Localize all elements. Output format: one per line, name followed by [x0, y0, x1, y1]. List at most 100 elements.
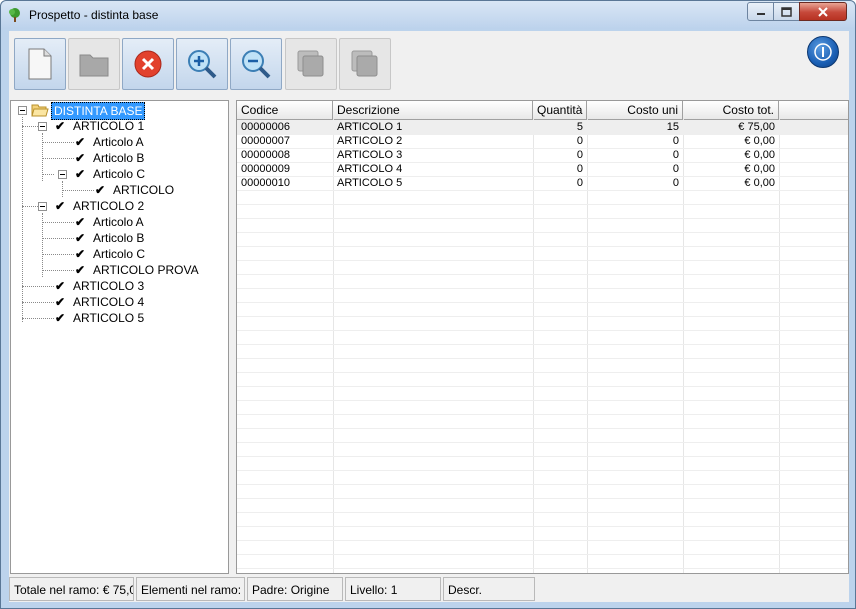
collapse-toggle[interactable]: [18, 106, 27, 115]
check-icon: ✔: [75, 167, 86, 181]
tree-item-label: Articolo C: [93, 247, 146, 261]
cell-codice: 00000007: [241, 135, 290, 147]
column-header-descrizione[interactable]: Descrizione: [333, 101, 533, 119]
grid-row-line: [237, 218, 848, 219]
cell-costo-tot: € 0,00: [744, 177, 775, 189]
tree-item[interactable]: ✔ Articolo C: [11, 246, 228, 262]
grid-row-line: [237, 344, 848, 345]
grid-row-line: [237, 372, 848, 373]
grid-row-line: [237, 204, 848, 205]
check-icon: ✔: [75, 247, 86, 261]
table-row[interactable]: 00000010 ARTICOLO 5 0 0 € 0,00: [237, 176, 848, 190]
tree-item[interactable]: ✔ ARTICOLO: [11, 182, 228, 198]
grid-header: Codice Descrizione Quantità Costo uni Co…: [237, 101, 848, 120]
tree-view[interactable]: DISTINTA BASE ✔ ARTICOLO 1 ✔ Articolo A …: [10, 100, 229, 574]
tree-icon: [9, 8, 20, 22]
new-button[interactable]: [14, 38, 66, 90]
grid-row-line: [237, 274, 848, 275]
cell-costo-tot: € 0,00: [744, 149, 775, 161]
grid-row-line: [237, 442, 848, 443]
tree-item[interactable]: ✔ ARTICOLO 1: [11, 118, 228, 134]
cell-costo-tot: € 0,00: [744, 163, 775, 175]
cell-costo-uni: 0: [672, 163, 679, 175]
check-icon: ✔: [55, 311, 66, 325]
open-folder-icon: [31, 104, 49, 117]
column-header-codice[interactable]: Codice: [237, 101, 333, 119]
cell-costo-uni: 0: [672, 149, 679, 161]
close-icon: [818, 6, 828, 17]
check-icon: ✔: [95, 183, 106, 197]
tree-item[interactable]: ✔ ARTICOLO 2: [11, 198, 228, 214]
check-icon: ✔: [75, 151, 86, 165]
folder-icon: [79, 54, 109, 77]
zoom-out-button[interactable]: [230, 38, 282, 90]
tree-item[interactable]: ✔ Articolo B: [11, 230, 228, 246]
grid-row-line: [237, 526, 848, 527]
tree-item-root[interactable]: DISTINTA BASE: [11, 102, 228, 120]
paste-button[interactable]: [339, 38, 391, 90]
tree-item-label: ARTICOLO 2: [73, 199, 145, 213]
grid-row-line: [237, 316, 848, 317]
collapse-toggle[interactable]: [38, 202, 47, 211]
column-header-costo-uni[interactable]: Costo uni: [587, 101, 683, 119]
cell-costo-uni: 0: [672, 135, 679, 147]
tree-item[interactable]: ✔ ARTICOLO 4: [11, 294, 228, 310]
tree-item[interactable]: ✔ ARTICOLO PROVA: [11, 262, 228, 278]
maximize-button[interactable]: [773, 2, 800, 21]
check-icon: ✔: [75, 135, 86, 149]
table-row[interactable]: 00000009 ARTICOLO 4 0 0 € 0,00: [237, 162, 848, 176]
grid-row-line: [237, 554, 848, 555]
tree-item-label: Articolo B: [93, 231, 145, 245]
tree-item-label: Articolo C: [93, 167, 146, 181]
tree-item[interactable]: ✔ Articolo B: [11, 150, 228, 166]
minimize-button[interactable]: [747, 2, 774, 21]
window-title: Prospetto - distinta base: [29, 8, 159, 22]
table-row[interactable]: 00000007 ARTICOLO 2 0 0 € 0,00: [237, 134, 848, 148]
info-button[interactable]: [807, 36, 839, 68]
cell-quantita: 0: [576, 149, 583, 161]
cell-descrizione: ARTICOLO 1: [337, 121, 403, 133]
tree-item-label: Articolo B: [93, 151, 145, 165]
tree-item-label: ARTICOLO 5: [73, 311, 145, 325]
cell-codice: 00000009: [241, 163, 290, 175]
collapse-toggle[interactable]: [58, 170, 67, 179]
title-bar[interactable]: Prospetto - distinta base: [1, 1, 855, 29]
table-row[interactable]: 00000008 ARTICOLO 3 0 0 € 0,00: [237, 148, 848, 162]
grid-row-line: [237, 512, 848, 513]
cell-codice: 00000010: [241, 177, 290, 189]
delete-button[interactable]: [122, 38, 174, 90]
tree-item-label: ARTICOLO 3: [73, 279, 145, 293]
tree-item-label: Articolo A: [93, 215, 144, 229]
cell-costo-tot: € 75,00: [738, 121, 775, 133]
status-totale: Totale nel ramo: € 75,00: [9, 577, 134, 601]
zoom-in-button[interactable]: [176, 38, 228, 90]
table-row[interactable]: 00000006 ARTICOLO 1 5 15 € 75,00: [237, 120, 848, 134]
tree-item[interactable]: ✔ ARTICOLO 5: [11, 310, 228, 326]
grid-row-line: [237, 428, 848, 429]
cell-quantita: 5: [576, 121, 583, 133]
open-button[interactable]: [68, 38, 120, 90]
new-document-icon: [28, 48, 52, 80]
zoom-in-icon: [188, 50, 217, 79]
column-header-quantita[interactable]: Quantità: [533, 101, 587, 119]
tree-item[interactable]: ✔ Articolo A: [11, 214, 228, 230]
items-grid[interactable]: Codice Descrizione Quantità Costo uni Co…: [236, 100, 849, 574]
grid-row-line: [237, 386, 848, 387]
tree-item[interactable]: ✔ Articolo A: [11, 134, 228, 150]
main-client-area: DISTINTA BASE ✔ ARTICOLO 1 ✔ Articolo A …: [9, 31, 849, 602]
collapse-toggle[interactable]: [38, 122, 47, 131]
cell-costo-uni: 0: [672, 177, 679, 189]
column-header-costo-tot[interactable]: Costo tot.: [683, 101, 779, 119]
close-button[interactable]: [799, 2, 847, 21]
check-icon: ✔: [55, 199, 66, 213]
paste-icon: [351, 50, 378, 77]
grid-row-line: [237, 568, 848, 569]
copy-button[interactable]: [285, 38, 337, 90]
maximize-icon: [781, 6, 792, 17]
tree-item[interactable]: ✔ ARTICOLO 3: [11, 278, 228, 294]
cell-descrizione: ARTICOLO 2: [337, 135, 403, 147]
grid-row-line: [237, 246, 848, 247]
tree-item-label: ARTICOLO 1: [73, 119, 145, 133]
grid-row-line: [237, 456, 848, 457]
tree-item[interactable]: ✔ Articolo C: [11, 166, 228, 182]
